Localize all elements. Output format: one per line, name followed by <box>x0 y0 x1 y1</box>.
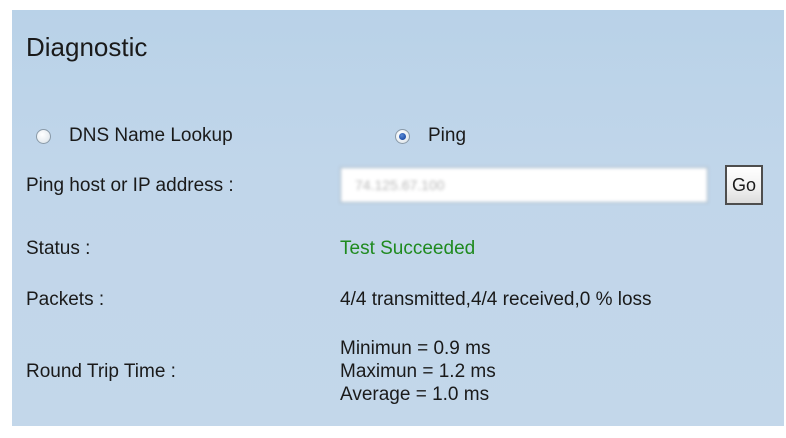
radio-ping[interactable]: Ping <box>395 122 466 150</box>
packets-label: Packets : <box>26 289 105 310</box>
round-trip-time-label: Round Trip Time : <box>26 361 176 382</box>
ping-radio-icon[interactable] <box>395 128 410 144</box>
ping-host-input[interactable] <box>340 167 708 203</box>
go-button[interactable]: Go <box>725 165 763 205</box>
diagnostic-panel: Diagnostic DNS Name Lookup Ping Ping hos… <box>12 10 784 426</box>
packets-value: 4/4 transmitted,4/4 received,0 % loss <box>340 289 652 310</box>
ping-host-label: Ping host or IP address : <box>26 175 234 196</box>
status-label: Status : <box>26 238 91 259</box>
dns-lookup-label[interactable]: DNS Name Lookup <box>69 125 233 147</box>
rtt-minimum: Minimun = 0.9 ms <box>340 338 491 359</box>
status-value: Test Succeeded <box>340 238 476 259</box>
ping-label[interactable]: Ping <box>428 125 466 147</box>
panel-title: Diagnostic <box>26 32 148 62</box>
dns-lookup-radio-icon[interactable] <box>36 128 51 144</box>
rtt-average: Average = 1.0 ms <box>340 384 490 405</box>
radio-dns-lookup[interactable]: DNS Name Lookup <box>36 122 233 150</box>
round-trip-time-values: Minimun = 0.9 ms Maximun = 1.2 ms Averag… <box>340 337 496 406</box>
rtt-maximum: Maximun = 1.2 ms <box>340 361 496 382</box>
